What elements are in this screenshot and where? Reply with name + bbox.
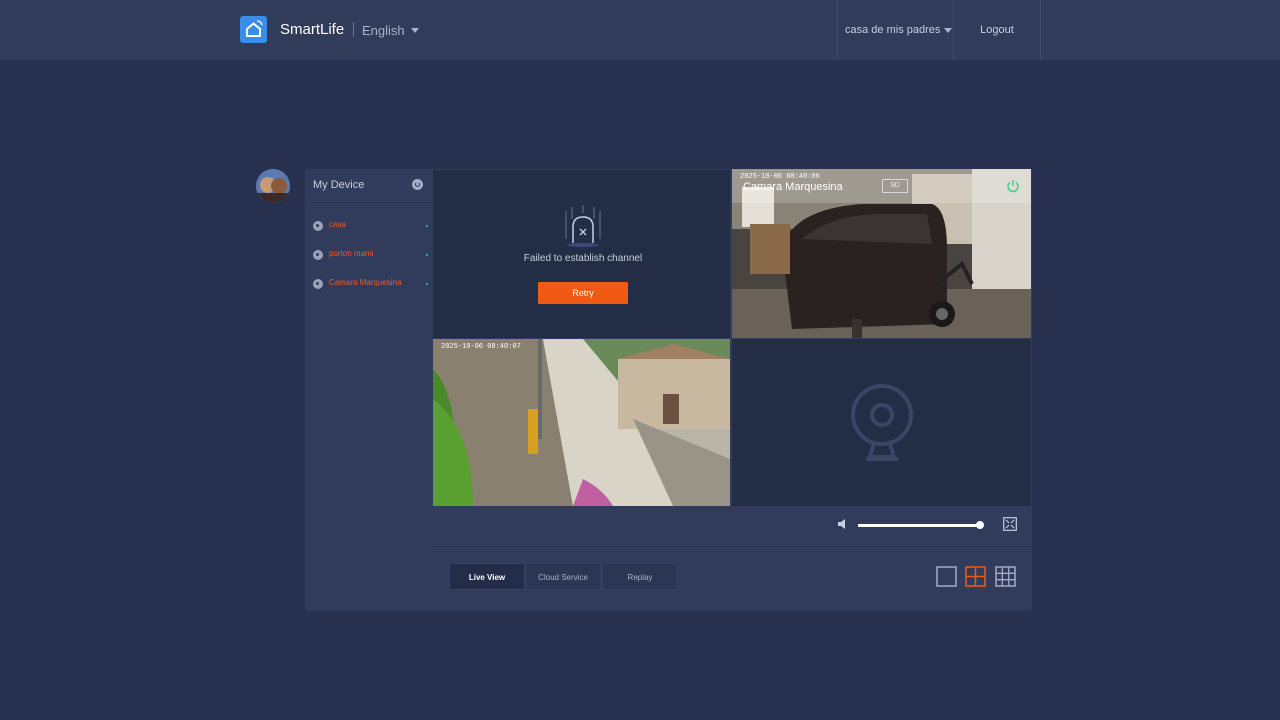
power-icon[interactable] <box>1006 179 1020 193</box>
divider <box>353 22 354 37</box>
tab-cloud-service[interactable]: Cloud Service <box>525 563 601 590</box>
feed-timestamp: 2025-10-06 08:40:07 <box>441 343 521 351</box>
refresh-icon[interactable] <box>412 179 423 190</box>
volume-slider[interactable] <box>858 524 980 527</box>
tab-replay[interactable]: Replay <box>602 563 678 590</box>
avatar[interactable] <box>256 169 290 203</box>
video-cell-2[interactable]: 2025-10-06 08:40:06 Camara Marquesina SD <box>732 169 1031 338</box>
sidebar-item-porton-mami[interactable]: porton mami <box>313 248 428 262</box>
brand-name[interactable]: SmartLife <box>280 21 344 38</box>
smartlife-logo-icon[interactable] <box>240 16 267 43</box>
chevron-down-icon <box>944 28 952 33</box>
sidebar-item-casa[interactable]: casa <box>313 219 428 233</box>
video-cell-3[interactable]: 2025-10-06 08:40:07 <box>433 339 730 506</box>
account-name: casa de mis padres <box>845 24 941 36</box>
online-indicator <box>426 283 428 285</box>
logout-button[interactable]: Logout <box>954 0 1041 60</box>
camera-name: Camara Marquesina <box>743 181 843 193</box>
chevron-down-icon <box>410 28 419 34</box>
live-view-panel: Failed to establish channel Retry 2025-1… <box>432 169 1032 611</box>
account-menu[interactable]: casa de mis padres <box>837 0 954 60</box>
camera-icon <box>313 221 323 231</box>
fullscreen-icon[interactable] <box>1003 517 1017 531</box>
video-cell-1[interactable]: Failed to establish channel Retry <box>433 170 730 338</box>
playback-controls <box>432 506 1032 547</box>
quad-view-layout-icon[interactable] <box>965 566 986 587</box>
language-label: English <box>362 23 405 38</box>
connection-failed-icon <box>565 205 601 247</box>
speaker-icon[interactable] <box>837 518 849 530</box>
camera-feed-image <box>433 339 730 506</box>
device-label: Camara Marquesina <box>329 278 402 287</box>
top-bar: SmartLife English casa de mis padres Log… <box>0 0 1280 60</box>
device-sidebar: My Device casa porton mami Camara Marque… <box>305 169 432 611</box>
nine-view-layout-icon[interactable] <box>995 566 1016 587</box>
device-label: porton mami <box>329 249 374 258</box>
language-selector[interactable]: English <box>362 23 419 38</box>
camera-placeholder-icon <box>851 384 913 461</box>
sidebar-item-camara-marquesina[interactable]: Camara Marquesina <box>313 277 428 291</box>
sidebar-title: My Device <box>313 179 365 191</box>
online-indicator <box>426 254 428 256</box>
single-view-layout-icon[interactable] <box>936 566 957 587</box>
volume-slider-handle[interactable] <box>976 521 984 529</box>
sidebar-header: My Device <box>305 169 432 203</box>
tab-live-view[interactable]: Live View <box>449 563 525 590</box>
feed-timestamp: 2025-10-06 08:40:06 <box>740 173 820 181</box>
video-cell-4[interactable] <box>732 339 1031 506</box>
camera-icon <box>313 279 323 289</box>
sd-badge[interactable]: SD <box>882 179 908 193</box>
retry-button[interactable]: Retry <box>538 282 628 304</box>
camera-icon <box>313 250 323 260</box>
online-indicator <box>426 225 428 227</box>
device-label: casa <box>329 220 346 229</box>
error-message: Failed to establish channel <box>523 253 643 264</box>
